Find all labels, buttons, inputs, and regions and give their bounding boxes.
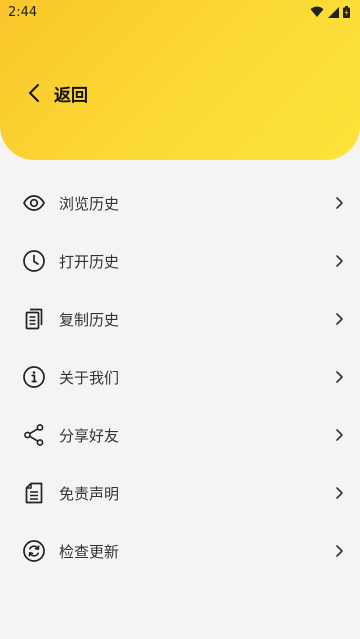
chevron-right-icon [334, 485, 344, 501]
status-bar: 2:44 [0, 0, 360, 24]
menu-item-disclaimer[interactable]: 免责声明 [0, 464, 360, 522]
wifi-icon [310, 6, 324, 18]
settings-menu: 浏览历史 打开历史 复制历史 关于我们 分享好友 免责声明 检查更新 [0, 174, 360, 580]
refresh-icon [22, 539, 46, 563]
eye-icon [22, 191, 46, 215]
menu-item-check-update[interactable]: 检查更新 [0, 522, 360, 580]
status-time: 2:44 [8, 4, 38, 20]
menu-label: 检查更新 [59, 542, 120, 561]
menu-label: 打开历史 [59, 252, 120, 271]
menu-item-copy-history[interactable]: 复制历史 [0, 290, 360, 348]
back-button[interactable]: 返回 [28, 78, 88, 108]
chevron-right-icon [334, 543, 344, 559]
menu-item-browse-history[interactable]: 浏览历史 [0, 174, 360, 232]
menu-label: 浏览历史 [59, 194, 120, 213]
status-icons [310, 6, 350, 18]
signal-icon [328, 6, 339, 18]
document-icon [22, 481, 46, 505]
battery-icon [343, 6, 350, 18]
chevron-left-icon [28, 83, 40, 103]
menu-label: 免责声明 [59, 484, 120, 503]
clock-icon [22, 249, 46, 273]
chevron-right-icon [334, 253, 344, 269]
chevron-right-icon [334, 427, 344, 443]
chevron-right-icon [334, 311, 344, 327]
menu-item-about-us[interactable]: 关于我们 [0, 348, 360, 406]
chevron-right-icon [334, 369, 344, 385]
menu-item-share-friends[interactable]: 分享好友 [0, 406, 360, 464]
menu-item-open-history[interactable]: 打开历史 [0, 232, 360, 290]
back-label: 返回 [54, 85, 88, 106]
menu-label: 关于我们 [59, 368, 120, 387]
chevron-right-icon [334, 195, 344, 211]
share-icon [22, 423, 46, 447]
menu-label: 复制历史 [59, 310, 120, 329]
info-icon [22, 365, 46, 389]
menu-label: 分享好友 [59, 426, 120, 445]
document-copy-icon [22, 307, 46, 331]
